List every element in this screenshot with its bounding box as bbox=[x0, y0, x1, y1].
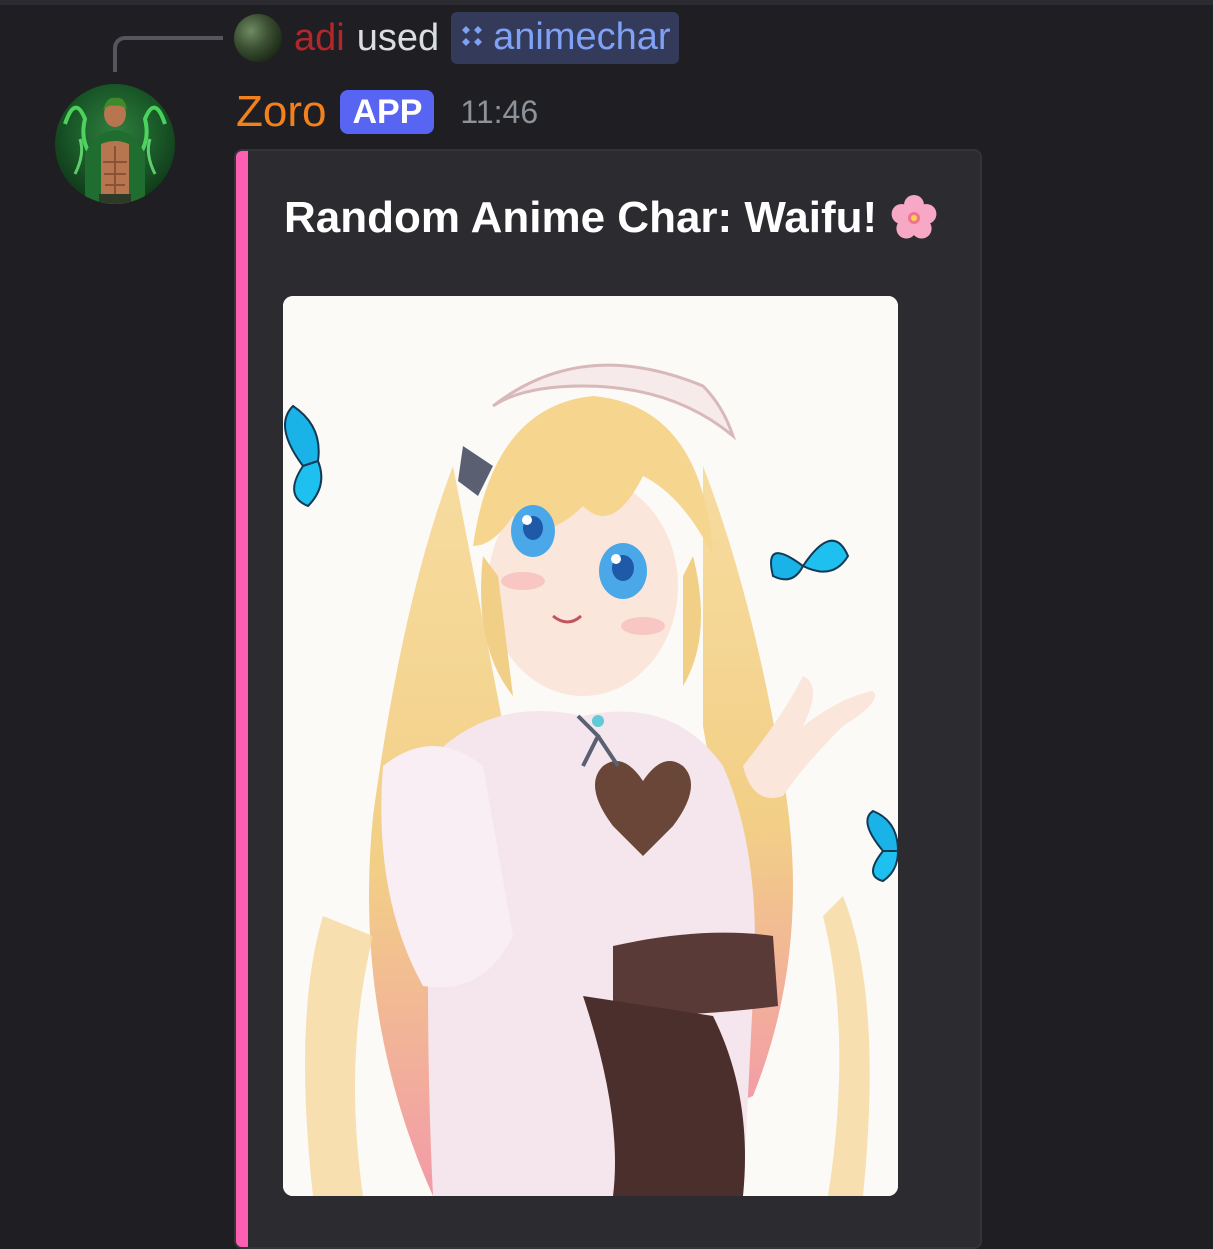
message-timestamp[interactable]: 11:46 bbox=[460, 94, 538, 131]
command-reply-line[interactable]: adi used animechar bbox=[234, 12, 679, 64]
embed-accent-bar bbox=[236, 151, 248, 1247]
app-badge: APP bbox=[340, 90, 435, 134]
cherry-blossom-icon bbox=[891, 195, 937, 239]
reply-username[interactable]: adi bbox=[294, 17, 345, 60]
reply-connector-line bbox=[113, 36, 223, 72]
bot-avatar[interactable] bbox=[55, 84, 175, 204]
embed-title: Random Anime Char: Waifu! bbox=[284, 191, 941, 245]
command-name: animechar bbox=[493, 15, 671, 58]
app-command-icon bbox=[462, 26, 483, 46]
anime-character-illustration bbox=[283, 296, 898, 1196]
bot-avatar-image bbox=[63, 97, 167, 204]
message-embed: Random Anime Char: Waifu! bbox=[234, 149, 982, 1249]
bot-username[interactable]: Zoro bbox=[236, 87, 326, 137]
embed-title-text: Random Anime Char: Waifu! bbox=[284, 193, 878, 242]
command-chip[interactable]: animechar bbox=[451, 12, 679, 64]
embed-image[interactable] bbox=[283, 296, 898, 1196]
message-header: Zoro APP 11:46 bbox=[236, 84, 538, 140]
top-divider bbox=[0, 0, 1213, 5]
reply-user-avatar[interactable] bbox=[234, 14, 282, 62]
reply-used-text: used bbox=[356, 16, 440, 59]
